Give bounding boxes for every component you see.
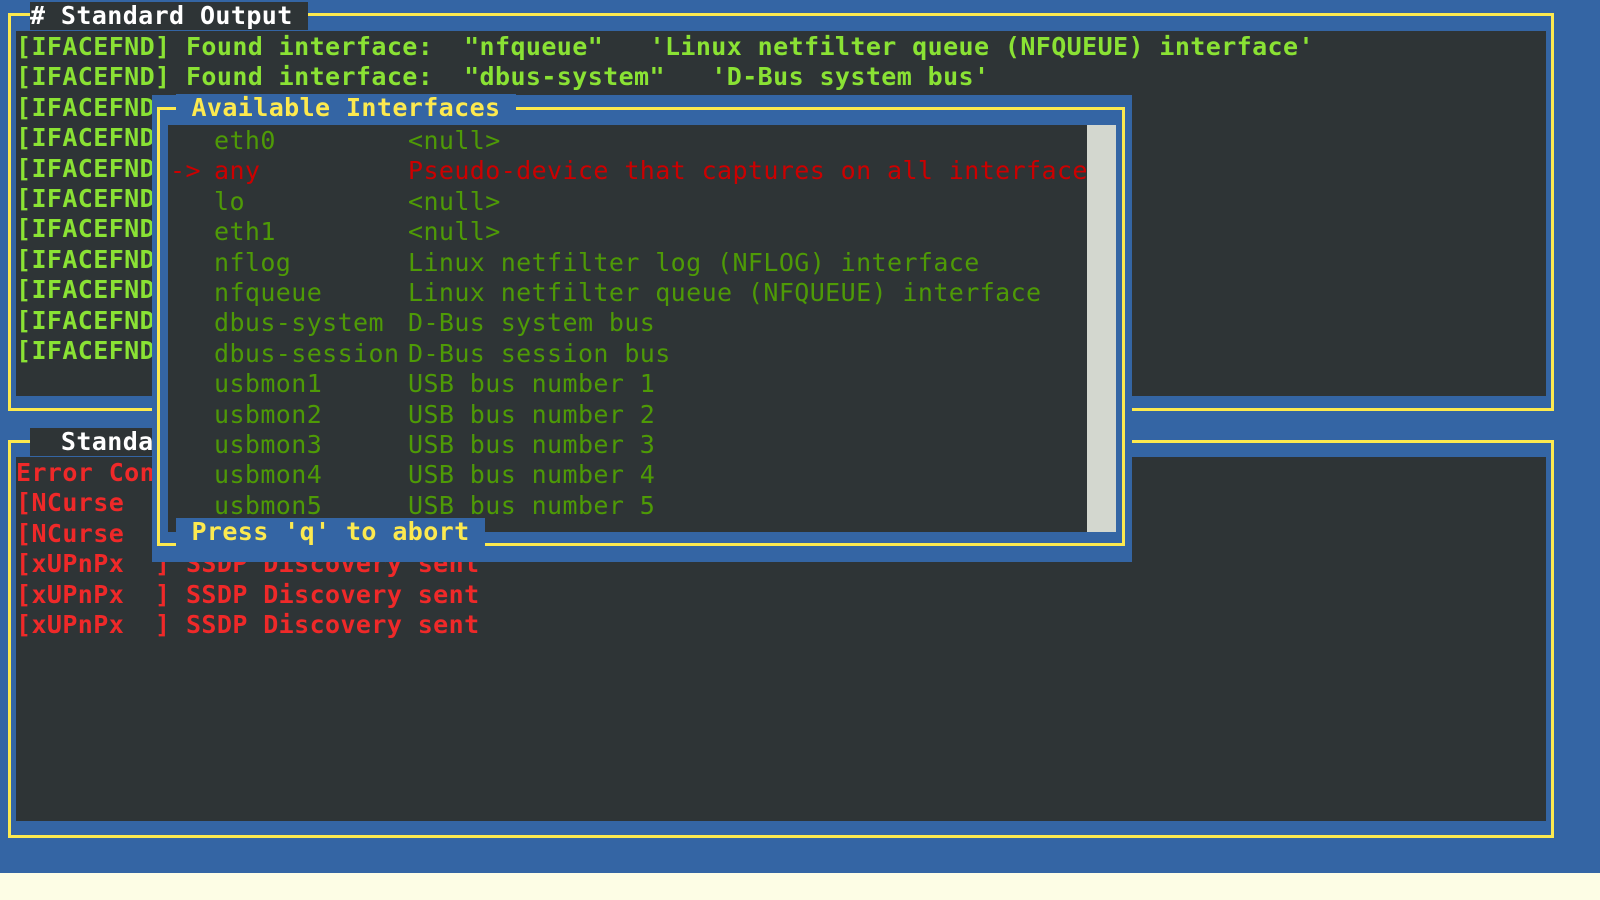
stdout-line: [IFACEFND — [16, 153, 156, 183]
stdout-line: [IFACEFND] Found interface: "nfqueue" 'L… — [16, 32, 1314, 61]
interfaces-dialog-title: Available Interfaces — [176, 93, 516, 122]
interfaces-list[interactable]: eth0 <null> -> any Pseudo-device that captur… — [168, 125, 1112, 532]
interface-name: eth1 — [214, 217, 276, 247]
interface-item-dbus-system[interactable]: dbus-system D-Bus system bus — [168, 307, 1112, 338]
interface-description: USB bus number 2 — [408, 399, 656, 429]
stdout-line: [IFACEFND — [16, 92, 156, 122]
stderr-line: [NCurse — [16, 488, 125, 518]
stderr-line: Error Con — [16, 458, 156, 487]
interface-item-eth1[interactable]: eth1 <null> — [168, 216, 1112, 247]
stderr-line: [NCurse — [16, 518, 125, 548]
stdout-line: [IFACEFND — [16, 244, 156, 274]
interface-item-nflog[interactable]: nflog Linux netfilter log (NFLOG) interfa… — [168, 247, 1112, 278]
interface-description: <null> — [408, 126, 501, 155]
interface-name: any — [214, 156, 261, 186]
interface-description: Linux netfilter queue (NFQUEUE) interfac… — [408, 278, 1042, 307]
interface-name: dbus-session — [214, 338, 400, 368]
stdout-line: [IFACEFND — [16, 305, 156, 335]
interface-name: eth0 — [214, 126, 276, 155]
interface-item-lo[interactable]: lo <null> — [168, 186, 1112, 217]
stdout-line: [IFACEFND — [16, 184, 156, 213]
interface-description: Pseudo-device that captures on all inter… — [408, 156, 1104, 186]
terminal-window: [IFACEFND] Found interface: "nfqueue" 'L… — [0, 0, 1600, 873]
interface-item-nfqueue[interactable]: nfqueue Linux netfilter queue (NFQUEUE) i… — [168, 277, 1112, 308]
interface-item-any[interactable]: -> any Pseudo-device that captures on all … — [168, 155, 1112, 186]
interface-description: <null> — [408, 186, 501, 216]
stdout-line: [IFACEFND] Found interface: "dbus-system… — [16, 62, 990, 92]
interface-description: USB bus number 1 — [408, 369, 656, 399]
interface-description: Linux netfilter log (NFLOG) interface — [408, 247, 980, 277]
stderr-line: [xUPnPx ] SSDP Discovery sent — [16, 610, 480, 639]
interface-item-usbmon2[interactable]: usbmon2 USB bus number 2 — [168, 399, 1112, 430]
interface-name: usbmon1 — [214, 369, 323, 399]
stderr-line: [xUPnPx ] SSDP Discovery sent — [16, 579, 480, 609]
stdout-line: [IFACEFND — [16, 275, 156, 305]
abort-hint: Press 'q' to abort — [176, 517, 486, 546]
interface-description: USB bus number 3 — [408, 430, 656, 459]
interface-item-usbmon1[interactable]: usbmon1 USB bus number 1 — [168, 368, 1112, 399]
interface-name: lo — [214, 186, 245, 216]
selection-arrow-icon: -> — [170, 156, 201, 186]
interface-name: usbmon2 — [214, 399, 323, 429]
interface-name: usbmon4 — [214, 460, 323, 490]
interface-name: usbmon3 — [214, 430, 323, 459]
stdout-title: # Standard Output — [30, 1, 309, 30]
interface-item-usbmon3[interactable]: usbmon3 USB bus number 3 — [168, 429, 1112, 460]
interface-description: D-Bus session bus — [408, 338, 671, 368]
interface-description: USB bus number 4 — [408, 460, 656, 490]
interface-description: D-Bus system bus — [408, 308, 656, 338]
interfaces-scrollbar[interactable] — [1087, 125, 1116, 532]
interface-item-usbmon4[interactable]: usbmon4 USB bus number 4 — [168, 459, 1112, 490]
interface-name: nflog — [214, 247, 292, 277]
interfaces-dialog: eth0 <null> -> any Pseudo-device that captur… — [152, 93, 1132, 562]
interface-name: nfqueue — [214, 278, 323, 307]
interface-name: dbus-system — [214, 308, 384, 338]
stdout-line: [IFACEFND — [16, 214, 156, 244]
stdout-line: [IFACEFND — [16, 336, 156, 365]
stdout-line: [IFACEFND — [16, 123, 156, 153]
stderr-title: Standa — [30, 427, 154, 456]
interface-description: <null> — [408, 217, 501, 247]
interface-item-eth0[interactable]: eth0 <null> — [168, 125, 1112, 156]
interface-item-dbus-session[interactable]: dbus-session D-Bus session bus — [168, 338, 1112, 369]
